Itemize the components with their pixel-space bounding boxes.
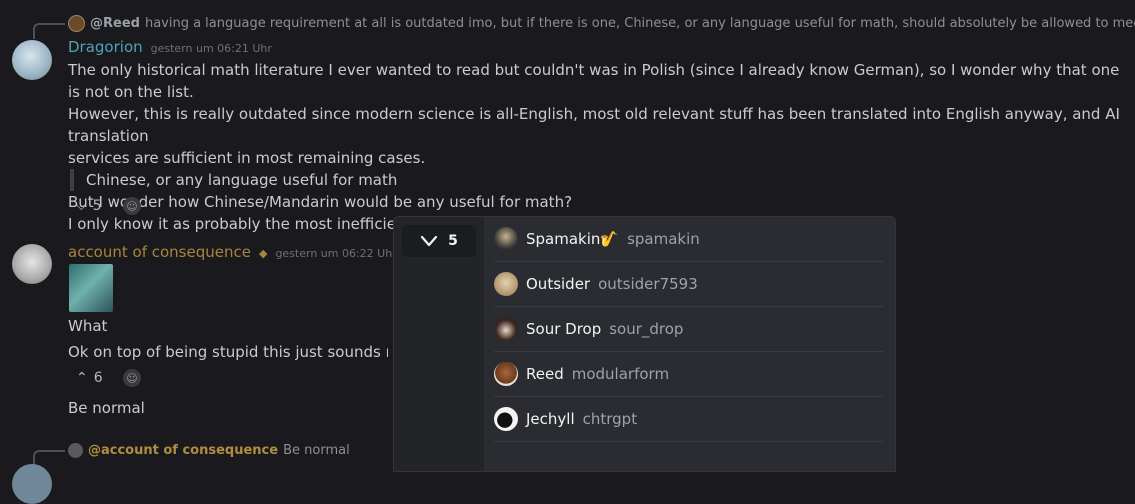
message-line: The only historical math literature I ev… xyxy=(68,61,1120,101)
reply-spine xyxy=(33,450,65,466)
avatar xyxy=(494,317,518,341)
username[interactable]: account of consequence xyxy=(68,243,251,261)
avatar xyxy=(494,407,518,431)
avatar[interactable] xyxy=(12,464,52,504)
reply-text: having a language requirement at all is … xyxy=(144,15,1135,31)
reaction-count: 5 xyxy=(92,198,102,214)
reaction-chip[interactable]: ⌃ 6 xyxy=(70,367,109,389)
message-line: But I wonder how Chinese/Mandarin would … xyxy=(68,193,573,211)
reactor-display-name: Outsider xyxy=(526,275,591,293)
upvote-icon: ⌃ xyxy=(76,370,88,386)
reactor-display-name: Sour Drop xyxy=(526,320,602,338)
reply-text: Be normal xyxy=(283,442,350,458)
message-header: account of consequence ◆ gestern um 06:2… xyxy=(68,243,397,261)
timestamp: gestern um 06:21 Uhr xyxy=(150,42,272,55)
reactor-display-name: Spamakin🎷 xyxy=(526,230,620,248)
downvote-icon: ⌵ xyxy=(76,198,87,214)
username[interactable]: Dragorion xyxy=(68,38,143,56)
reactor-row[interactable]: Sour Drop sour_drop xyxy=(494,307,884,352)
avatar xyxy=(494,362,518,386)
reactor-handle: chtrgpt xyxy=(582,410,638,428)
reply-mention[interactable]: @account of consequence xyxy=(88,443,278,458)
reply-preview[interactable]: @account of consequence Be normal xyxy=(68,442,350,458)
reaction-tabs: 5 xyxy=(394,217,484,471)
blockquote: Chinese, or any language useful for math xyxy=(70,169,1128,191)
avatar[interactable] xyxy=(12,40,52,80)
reactor-handle: outsider7593 xyxy=(598,275,698,293)
image-attachment[interactable] xyxy=(69,264,113,312)
message-line: Ok on top of being stupid this just soun… xyxy=(68,343,388,361)
avatar xyxy=(494,227,518,251)
downvote-icon xyxy=(421,235,438,247)
reply-avatar xyxy=(68,442,83,458)
reactor-handle: modularform xyxy=(571,365,670,383)
reactor-display-name: Reed xyxy=(526,365,564,383)
message-line: However, this is really outdated since m… xyxy=(68,105,1120,145)
reactor-row[interactable]: Jechyll chtrgpt xyxy=(494,397,884,442)
avatar xyxy=(494,272,518,296)
avatar[interactable] xyxy=(12,244,52,284)
reply-avatar xyxy=(68,14,85,32)
reactor-row[interactable]: Outsider outsider7593 xyxy=(494,262,884,307)
reactions-popup: 5 Spamakin🎷 spamakin Outsider outsider75… xyxy=(393,216,896,472)
reply-spine xyxy=(33,23,65,39)
reactor-row[interactable]: Reed modularform xyxy=(494,352,884,397)
reaction-tab[interactable]: 5 xyxy=(402,225,476,257)
add-reaction-icon[interactable]: ☺ xyxy=(123,197,141,215)
reaction-chip[interactable]: ⌵ 5 xyxy=(70,195,108,217)
reactor-list: Spamakin🎷 spamakin Outsider outsider7593… xyxy=(494,217,884,442)
reactor-handle: sour_drop xyxy=(609,320,684,338)
reply-preview[interactable]: @Reed having a language requirement at a… xyxy=(68,14,1135,32)
message-line: services are sufficient in most remainin… xyxy=(68,149,426,167)
reaction-tab-count: 5 xyxy=(448,233,458,249)
reactor-row[interactable]: Spamakin🎷 spamakin xyxy=(494,217,884,262)
reply-mention[interactable]: @Reed xyxy=(90,16,140,31)
message-header: Dragorion gestern um 06:21 Uhr xyxy=(68,38,272,56)
add-reaction-icon[interactable]: ☺ xyxy=(123,369,141,387)
role-icon: ◆ xyxy=(258,247,268,260)
message-body: The only historical math literature I ev… xyxy=(68,59,1128,235)
reaction-count: 6 xyxy=(93,370,103,386)
timestamp: gestern um 06:22 Uhr xyxy=(275,247,397,260)
reactor-display-name: Jechyll xyxy=(526,410,575,428)
reactor-handle: spamakin xyxy=(627,230,700,248)
